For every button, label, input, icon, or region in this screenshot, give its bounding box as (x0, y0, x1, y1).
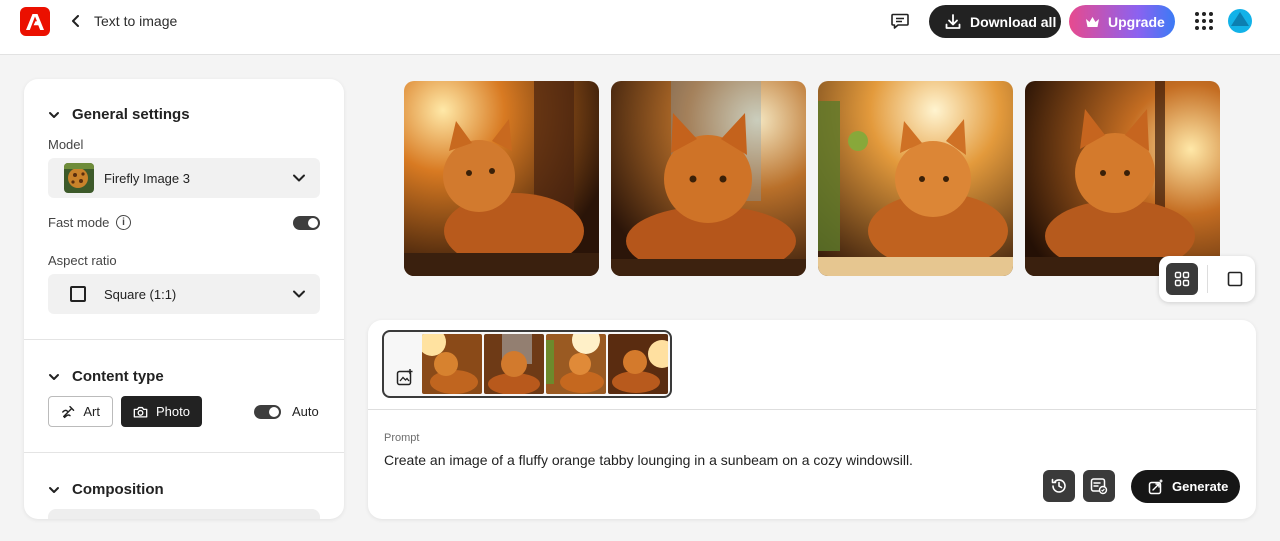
download-icon (945, 13, 961, 29)
composition-title: Composition (72, 481, 164, 498)
generated-image-2[interactable] (611, 81, 806, 276)
model-value: Firefly Image 3 (104, 170, 190, 186)
content-type-header[interactable]: Content type (48, 368, 164, 385)
single-view-icon (1227, 271, 1243, 287)
art-label: Art (83, 404, 100, 419)
adobe-logo-icon[interactable] (20, 7, 50, 36)
page-title: Text to image (94, 13, 178, 29)
grid-view-button[interactable] (1166, 263, 1198, 295)
avatar[interactable] (1228, 9, 1252, 33)
image-reference-button[interactable] (1083, 470, 1115, 502)
settings-panel: General settings Model Firefly Image 3 F… (24, 79, 344, 519)
view-toggle-divider (1207, 265, 1208, 293)
model-select[interactable]: Firefly Image 3 (48, 158, 320, 198)
back-button[interactable] (66, 11, 86, 31)
brush-icon (62, 405, 75, 418)
model-thumbnail (64, 163, 94, 193)
feedback-button[interactable] (888, 10, 912, 32)
add-image-icon (396, 369, 413, 386)
aspect-ratio-select[interactable]: Square (1:1) (48, 274, 320, 314)
history-thumbnail-3[interactable] (546, 334, 606, 394)
aspect-ratio-value: Square (1:1) (104, 286, 177, 302)
model-label: Model (48, 137, 84, 152)
composition-reference-field[interactable] (48, 509, 320, 519)
upgrade-label: Upgrade (1108, 13, 1165, 30)
history-icon (1051, 478, 1066, 493)
generate-icon (1148, 479, 1163, 494)
top-header: Text to image Download all Upgrade (0, 0, 1280, 55)
generate-button[interactable]: Generate (1131, 470, 1240, 503)
general-settings-header[interactable]: General settings (48, 106, 190, 123)
general-settings-title: General settings (72, 106, 190, 123)
card-divider (368, 409, 1256, 410)
download-all-label: Download all (970, 13, 1057, 30)
prompt-input[interactable]: Create an image of a fluffy orange tabby… (384, 452, 913, 468)
composition-header[interactable]: Composition (48, 481, 164, 498)
prompt-history-button[interactable] (1043, 470, 1075, 502)
prompt-label: Prompt (384, 432, 420, 444)
chevron-left-icon (72, 15, 79, 27)
chevron-down-icon (49, 373, 59, 380)
chat-icon (891, 13, 909, 29)
fast-mode-label: Fast mode (48, 215, 110, 230)
generated-image-3[interactable] (818, 81, 1013, 276)
apps-grid-icon[interactable] (1194, 11, 1214, 31)
auto-label: Auto (292, 404, 319, 419)
upgrade-button[interactable]: Upgrade (1069, 5, 1175, 38)
history-thumbnail-1[interactable] (422, 334, 482, 394)
content-type-title: Content type (72, 368, 164, 385)
chevron-down-icon (49, 486, 59, 493)
prompt-card: Prompt Create an image of a fluffy orang… (368, 320, 1256, 519)
generation-history-strip[interactable] (382, 330, 672, 398)
history-thumbnail-4[interactable] (608, 334, 668, 394)
info-icon[interactable]: i (116, 215, 131, 230)
content-type-photo-button[interactable]: Photo (121, 396, 202, 427)
generated-image-4[interactable] (1025, 81, 1220, 276)
grid-view-icon (1174, 271, 1190, 287)
aspect-ratio-label: Aspect ratio (48, 253, 117, 268)
photo-label: Photo (156, 404, 190, 419)
square-icon (70, 286, 86, 302)
single-view-button[interactable] (1219, 263, 1251, 295)
image-reference-icon (1090, 478, 1108, 495)
section-divider (24, 452, 344, 453)
section-divider (24, 339, 344, 340)
chevron-down-icon (293, 290, 305, 298)
crown-icon (1086, 16, 1099, 27)
auto-toggle[interactable] (254, 405, 281, 419)
generate-label: Generate (1172, 479, 1229, 494)
view-mode-toggle (1159, 256, 1255, 302)
fast-mode-toggle[interactable] (293, 216, 320, 230)
chevron-down-icon (49, 111, 59, 118)
chevron-down-icon (293, 174, 305, 182)
content-type-art-button[interactable]: Art (48, 396, 113, 427)
camera-icon (133, 406, 148, 418)
generated-image-1[interactable] (404, 81, 599, 276)
history-thumbnail-2[interactable] (484, 334, 544, 394)
download-all-button[interactable]: Download all (929, 5, 1061, 38)
